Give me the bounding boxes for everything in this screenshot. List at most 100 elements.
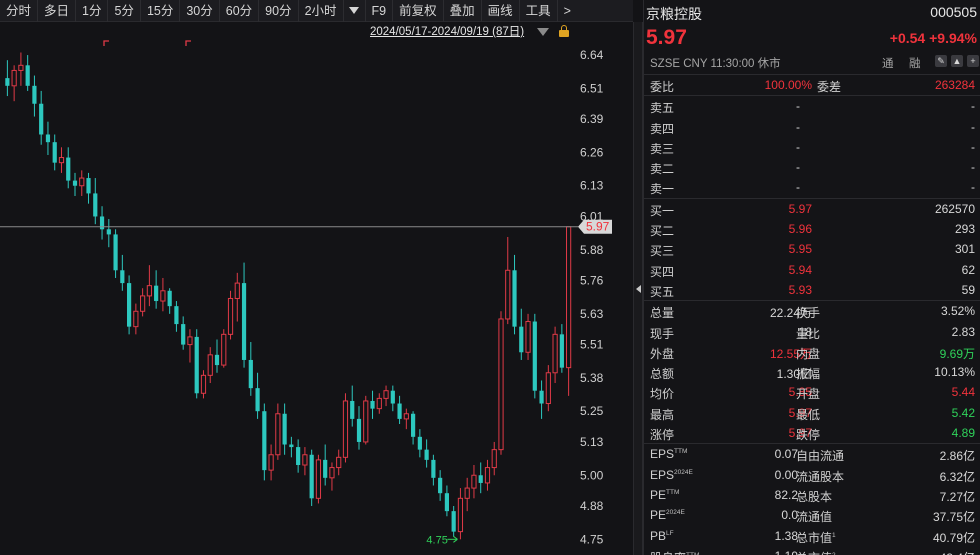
bell-icon[interactable]: ▲	[951, 55, 963, 67]
candle-body	[403, 413, 409, 420]
candle-body	[5, 78, 10, 86]
period-tab-5min[interactable]: 5分	[108, 0, 141, 22]
tools-button[interactable]: 工具	[520, 0, 558, 22]
candle-body	[72, 180, 78, 186]
y-tick-label: 5.25	[580, 404, 604, 418]
fundamental-label: EPS2024E	[650, 468, 693, 482]
kline-chart[interactable]: 6.64 6.51 6.39 6.26 6.13 6.01 5.88 5.76 5.63 5.51…	[0, 22, 633, 555]
fundamental-value: 82.2	[774, 487, 798, 502]
candle-body	[79, 177, 85, 187]
restore-rights-button[interactable]: 前复权	[393, 0, 444, 22]
candle-body	[559, 334, 564, 368]
fundamental-label-sup: TTM	[674, 448, 688, 456]
fundamental-value: 1.38	[774, 528, 798, 543]
stat-row: 均价 5.85 开盘 5.44	[644, 382, 980, 402]
candle-body	[214, 354, 220, 366]
candle-body	[471, 474, 477, 489]
stat-value: 9.69万	[939, 346, 975, 361]
y-tick-label: 6.26	[580, 145, 604, 159]
fundamental-label-sup: LF	[666, 529, 674, 537]
fundamental-row: EPS2024E 0.00 流通股本 6.32亿	[644, 465, 980, 485]
fundamental-label-text: PB	[650, 528, 667, 543]
fundamental-label: 流通值	[796, 508, 832, 525]
candle-body	[457, 497, 464, 533]
stat-row: 最高 5.97 最低 5.42	[644, 403, 980, 423]
bid-price: 5.93	[788, 282, 812, 297]
fundamental-label: 总股本	[796, 488, 832, 505]
period-tab-15min[interactable]: 15分	[141, 0, 181, 22]
period-tab-30min[interactable]: 30分	[180, 0, 220, 22]
fundamental-label-text: EPS	[650, 467, 675, 482]
stock-name: 京粮控股	[646, 6, 702, 22]
period-tab-intraday[interactable]: 分时	[0, 0, 39, 22]
date-range-label[interactable]: 2024/05/17-2024/09/19 (87日)	[370, 23, 524, 39]
period-tab-1min[interactable]: 1分	[76, 0, 109, 22]
candle-body	[32, 85, 37, 104]
y-tick-label: 6.39	[580, 112, 604, 126]
y-tick-label: 4.75	[580, 532, 604, 546]
candle-body	[519, 326, 524, 353]
overlay-button[interactable]: 叠加	[444, 0, 482, 22]
fundamental-label-text: 流通值	[796, 510, 833, 525]
period-more-dropdown[interactable]	[344, 0, 366, 22]
candle-body	[451, 511, 456, 532]
stat-label: 换手	[796, 306, 821, 321]
fundamental-label: PE2024E	[650, 508, 685, 522]
fundamental-label-text: 总市值	[796, 551, 832, 555]
add-icon[interactable]: +	[967, 55, 979, 67]
fundamental-value: 7.27亿	[939, 489, 975, 504]
period-tab-multiday[interactable]: 多日	[38, 0, 77, 22]
ask-level-label: 卖五	[650, 101, 675, 116]
candle-body	[113, 234, 118, 271]
y-tick-label: 5.63	[580, 307, 604, 321]
candle-body	[431, 459, 436, 478]
ask-level-label: 卖三	[650, 141, 675, 156]
period-tab-2hour[interactable]: 2小时	[299, 0, 344, 22]
candle-body	[376, 397, 382, 410]
market-status: 休市	[757, 58, 781, 70]
weibi-label: 委比	[650, 80, 675, 94]
stock-connect-badge: 通	[882, 58, 894, 70]
bid-price: 5.96	[788, 222, 812, 237]
fundamental-row: PE2024E 0.0 流通值 37.75亿	[644, 505, 980, 525]
candle-body	[417, 436, 422, 450]
candle-body	[525, 321, 531, 353]
low-price-marker: 4.75	[426, 534, 447, 546]
date-range-dropdown-icon[interactable]	[537, 28, 549, 36]
weibi-row: 委比 100.00% 委差 263284	[644, 75, 980, 95]
ask-row: 卖四 - -	[644, 117, 980, 137]
lock-icon[interactable]	[559, 25, 569, 37]
toolbar-more-button[interactable]: >	[558, 0, 577, 22]
candle-body	[539, 390, 544, 404]
y-tick-label: 5.51	[580, 338, 604, 352]
panel-collapse-handle[interactable]	[633, 22, 643, 555]
ask-price: -	[796, 180, 800, 195]
candle-body	[329, 467, 335, 479]
y-tick-label: 5.38	[580, 371, 604, 385]
kline-svg[interactable]: 6.646.516.396.266.136.015.885.765.635.51…	[0, 22, 633, 555]
current-price-tag-text: 5.97	[586, 220, 610, 234]
stat-label: 内盘	[796, 346, 821, 361]
candle-body	[545, 372, 551, 405]
fundamental-row: EPSTTM 0.07 自由流通 2.86亿	[644, 444, 980, 464]
candle-body	[234, 282, 240, 299]
stat-value: 3.52%	[940, 304, 975, 319]
stat-label: 量比	[796, 326, 821, 341]
y-tick-label: 6.13	[580, 179, 604, 193]
exchange: SZSE	[650, 58, 681, 70]
candle-body	[309, 454, 314, 499]
price-change: +0.54 +9.94%	[890, 30, 977, 46]
draw-line-button[interactable]: 画线	[482, 0, 520, 22]
fundamental-label: PETTM	[650, 488, 679, 502]
period-tab-90min[interactable]: 90分	[259, 0, 299, 22]
candle-body	[498, 318, 504, 451]
edit-icon[interactable]: ✎	[935, 55, 947, 67]
bid-volume: 62	[961, 262, 975, 277]
bid-price: 5.97	[788, 201, 812, 216]
weicha-value: 263284	[934, 78, 975, 92]
stat-row: 总额 1.30亿 振幅 10.13%	[644, 362, 980, 382]
f9-button[interactable]: F9	[366, 0, 394, 22]
bid-volume: 262570	[934, 201, 975, 216]
period-tab-60min[interactable]: 60分	[220, 0, 260, 22]
candle-body	[255, 388, 260, 412]
